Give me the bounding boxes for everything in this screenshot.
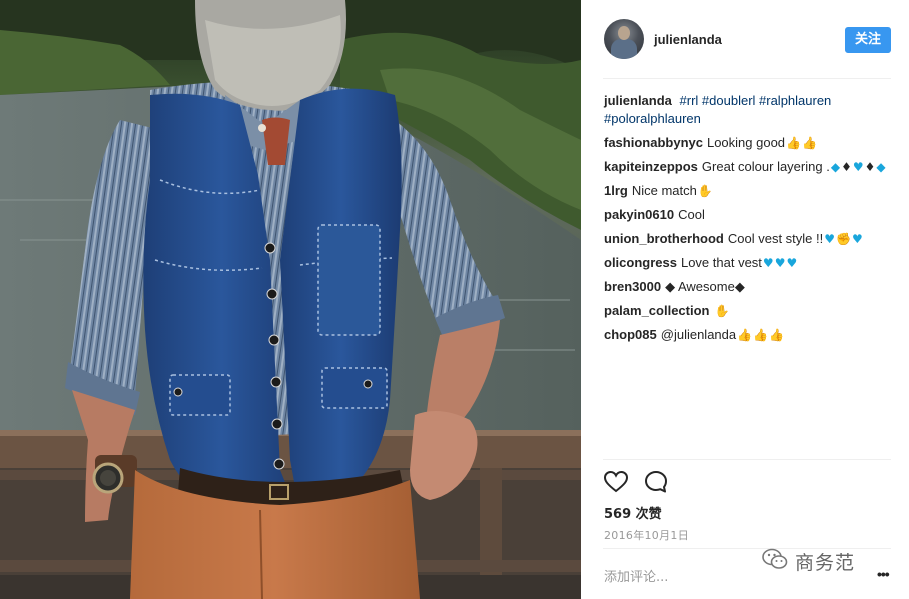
comment-item: bren3000 ◆ Awesome◆ — [604, 278, 892, 296]
emoji-icon: ♥ — [851, 232, 863, 246]
comment-item: kapiteinzeppos Great colour layering .◆♦♥… — [604, 158, 892, 176]
comment-text: Nice match — [631, 183, 697, 198]
post-date: 2016年10月1日 — [604, 529, 689, 542]
comment-username[interactable]: chop085 — [604, 327, 657, 342]
emoji-icon: ◆ — [876, 160, 886, 174]
wechat-icon — [762, 548, 788, 569]
comment-text: ◆ Awesome◆ — [665, 279, 745, 294]
speech-bubble-icon[interactable] — [643, 469, 669, 495]
avatar-figure-body — [611, 39, 637, 59]
emoji-icon: ♦ — [864, 160, 876, 174]
watermark-text: 商务范 — [795, 552, 856, 574]
emoji-icon: ♥ — [786, 256, 798, 270]
divider — [603, 459, 891, 460]
comment-item: palam_collection ✋ — [604, 302, 892, 320]
comment-username[interactable]: fashionabbynyc — [604, 135, 703, 150]
comment-username[interactable]: union_brotherhood — [604, 231, 724, 246]
comment-mention[interactable]: @julienlanda — [661, 327, 736, 342]
avatar-figure-face — [618, 26, 630, 40]
comment-text: Love that vest — [680, 255, 762, 270]
action-bar — [603, 469, 703, 497]
follow-button[interactable]: 关注 — [845, 27, 891, 53]
comment-item: olicongress Love that vest♥♥♥ — [604, 254, 892, 272]
avatar[interactable] — [604, 19, 644, 59]
comment-item: union_brotherhood Cool vest style !!♥✊♥ — [604, 230, 892, 248]
comment-text: Great colour layering . — [701, 159, 830, 174]
comments-list: julienlanda #rrl #doublerl #ralphlauren … — [604, 92, 892, 350]
comment-username[interactable]: pakyin0610 — [604, 207, 674, 222]
comment-text: Cool — [678, 207, 705, 222]
emoji-icon: 👍 — [737, 328, 753, 342]
emoji-icon: 👍 — [753, 328, 769, 342]
comment-item: chop085 @julienlanda👍👍👍 — [604, 326, 892, 344]
comment-username[interactable]: kapiteinzeppos — [604, 159, 698, 174]
comment-username[interactable]: palam_collection — [604, 303, 709, 318]
likes-count[interactable]: 569 次赞 — [604, 503, 662, 522]
emoji-icon: 👍 — [786, 136, 801, 150]
heart-outline-icon[interactable] — [603, 469, 629, 495]
photo-illustration — [0, 0, 581, 599]
author-username[interactable]: julienlanda — [654, 32, 722, 47]
emoji-icon: ◆ — [830, 160, 841, 174]
comment-item: 1lrg Nice match✋ — [604, 182, 892, 200]
emoji-icon: ✊ — [836, 232, 851, 246]
comment-item: fashionabbynyc Looking good👍👍 — [604, 134, 892, 152]
emoji-icon: 👍 — [802, 136, 817, 150]
watermark: 商务范 — [762, 545, 882, 575]
emoji-icon: ✋ — [714, 304, 730, 318]
add-comment-input[interactable]: 添加评论... — [604, 566, 668, 585]
comment-username[interactable]: bren3000 — [604, 279, 661, 294]
comment-username[interactable]: 1lrg — [604, 183, 628, 198]
caption: julienlanda #rrl #doublerl #ralphlauren … — [604, 92, 892, 128]
emoji-icon: ♥ — [774, 256, 786, 270]
emoji-icon: ✋ — [697, 184, 713, 198]
comment-text: Looking good — [706, 135, 786, 150]
post-header: julienlanda 关注 — [603, 19, 891, 61]
divider — [603, 78, 891, 79]
emoji-icon: ♥ — [852, 160, 864, 174]
emoji-icon: ♦ — [841, 160, 852, 174]
emoji-icon: 👍 — [769, 328, 784, 342]
post-details-panel: julienlanda 关注 julienlanda #rrl #doubler… — [581, 0, 909, 599]
comment-item: pakyin0610 Cool — [604, 206, 892, 224]
comment-username[interactable]: olicongress — [604, 255, 677, 270]
comment-text: Cool vest style !! — [727, 231, 824, 246]
caption-username[interactable]: julienlanda — [604, 93, 672, 108]
emoji-icon: ♥ — [762, 256, 774, 270]
post-photo[interactable] — [0, 0, 581, 599]
emoji-icon: ♥ — [824, 232, 836, 246]
